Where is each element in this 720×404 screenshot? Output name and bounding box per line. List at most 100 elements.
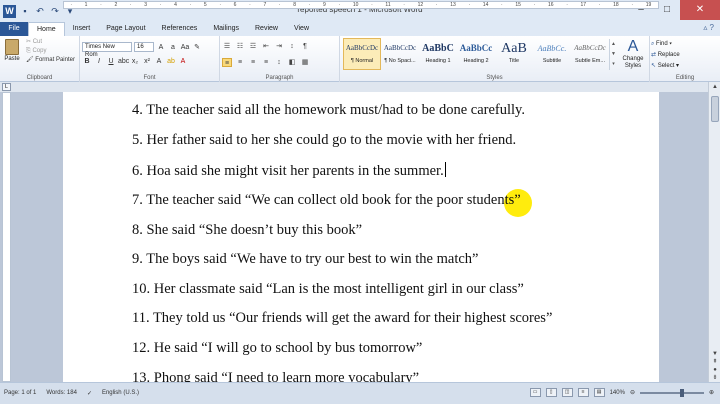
copy-button[interactable]: ⎘ Copy <box>26 47 75 56</box>
style-heading-1[interactable]: AaBbC Heading 1 <box>419 38 457 70</box>
style-heading-2[interactable]: AaBbCc Heading 2 <box>457 38 495 70</box>
change-styles-button[interactable]: A Change Styles <box>619 38 647 70</box>
subscript-icon[interactable]: x₂ <box>130 58 140 65</box>
document-line[interactable]: 12. He said “I will go to school by bus … <box>132 340 422 357</box>
text-effects-icon[interactable]: A <box>154 58 164 65</box>
print-layout-view-icon[interactable]: ▭ <box>529 388 541 397</box>
font-color-icon[interactable]: A <box>178 58 188 65</box>
prev-page-icon[interactable]: ⇞ <box>709 358 720 366</box>
document-line[interactable]: 13. Phong said “I need to learn more voc… <box>132 370 419 382</box>
horizontal-ruler[interactable]: · 1 · 2 · 3 · 4 · 5 · 6 · 7 · 8 · 9 · 10 · 11 · 12 · 13 · 14 · 15 · 16 ·… <box>63 1 659 9</box>
cut-button[interactable]: ✂ Cut <box>26 38 75 47</box>
zoom-slider-thumb[interactable] <box>679 388 684 397</box>
redo-icon[interactable]: ↷ <box>49 5 61 17</box>
language-indicator[interactable]: English (U.S.) <box>102 390 139 397</box>
numbering-icon[interactable]: ☷ <box>235 42 245 51</box>
font-name-select[interactable]: Times New Rom <box>82 42 132 58</box>
font-group-label: Font <box>143 75 156 81</box>
increase-indent-icon[interactable]: ⇥ <box>274 42 284 51</box>
help-icon[interactable]: ▵ ? <box>703 23 714 32</box>
tab-selector[interactable]: L <box>2 83 11 91</box>
zoom-level[interactable]: 140% <box>610 390 625 396</box>
italic-icon[interactable]: I <box>94 58 104 65</box>
format-painter-button[interactable]: 🖌 Format Painter <box>26 56 75 65</box>
tab-view[interactable]: View <box>286 22 317 36</box>
tab-mailings[interactable]: Mailings <box>205 22 247 36</box>
highlight-color-icon[interactable]: ab <box>166 58 176 65</box>
tab-review[interactable]: Review <box>247 22 286 36</box>
document-line[interactable]: 6. Hoa said she might visit her parents … <box>132 162 446 180</box>
full-screen-view-icon[interactable]: ▯ <box>545 388 557 397</box>
strikethrough-icon[interactable]: abc <box>118 58 129 65</box>
style-label: Subtle Em... <box>575 58 605 64</box>
find-button[interactable]: ⌕ Find ▾ <box>651 39 680 50</box>
underline-icon[interactable]: U <box>106 58 116 65</box>
style-normal[interactable]: AaBbCcDc ¶ Normal <box>343 38 381 70</box>
style-sample: AaBbCcDc <box>574 44 606 52</box>
web-layout-view-icon[interactable]: ◫ <box>561 388 573 397</box>
tab-insert[interactable]: Insert <box>65 22 99 36</box>
zoom-in-icon[interactable]: ⊕ <box>709 389 714 396</box>
word-count[interactable]: Words: 184 <box>46 390 77 397</box>
style-subtle-emphasis[interactable]: AaBbCcDc Subtle Em... <box>571 38 609 70</box>
editing-group-label: Editing <box>675 75 695 81</box>
line-spacing-icon[interactable]: ↕ <box>274 58 284 67</box>
vertical-ruler[interactable] <box>2 92 11 382</box>
tab-page-layout[interactable]: Page Layout <box>98 22 153 36</box>
replace-button[interactable]: ⇄ Replace <box>651 50 680 61</box>
browse-object-icon[interactable]: ● <box>709 366 720 374</box>
document-line[interactable]: 10. Her classmate said “Lan is the most … <box>132 281 524 298</box>
font-size-select[interactable]: 16 <box>134 42 154 52</box>
undo-icon[interactable]: ↶ <box>34 5 46 17</box>
styles-scroll[interactable]: ▲ ▼ ▾ <box>609 39 617 70</box>
scroll-down-icon[interactable]: ▼ <box>709 350 720 358</box>
clipboard-items: ✂ Cut ⎘ Copy 🖌 Format Painter <box>26 38 75 65</box>
select-button[interactable]: ↖ Select ▾ <box>651 61 680 72</box>
proofing-icon[interactable]: ✓ <box>87 390 92 397</box>
ruler-area <box>0 82 720 92</box>
document-line[interactable]: 9. The boys said “We have to try our bes… <box>132 251 478 268</box>
page-count[interactable]: Page: 1 of 1 <box>4 390 36 397</box>
grow-font-icon[interactable]: A <box>156 44 166 51</box>
align-right-icon[interactable]: ≡ <box>248 58 258 67</box>
justify-icon[interactable]: ≡ <box>261 58 271 67</box>
document-line[interactable]: 8. She said “She doesn’t buy this book” <box>132 222 362 239</box>
document-page[interactable]: 4. The teacher said all the homework mus… <box>63 92 659 382</box>
clear-format-icon[interactable]: ✎ <box>192 43 202 51</box>
scroll-up-icon[interactable]: ▲ <box>709 82 720 92</box>
vertical-scrollbar[interactable]: ▲ ▼ ⇞ ● ⇟ <box>708 82 720 382</box>
outline-view-icon[interactable]: ≡ <box>577 388 589 397</box>
sort-icon[interactable]: ↕ <box>287 42 297 51</box>
shrink-font-icon[interactable]: a <box>168 44 178 51</box>
scroll-thumb[interactable] <box>711 96 719 122</box>
borders-icon[interactable]: ▦ <box>300 58 310 67</box>
align-left-icon[interactable]: ≡ <box>222 58 232 67</box>
tab-file[interactable]: File <box>0 22 28 36</box>
zoom-slider[interactable] <box>639 388 704 397</box>
document-line[interactable]: 5. Her father said to her she could go t… <box>132 132 516 149</box>
bold-icon[interactable]: B <box>82 58 92 65</box>
document-line[interactable]: 7. The teacher said “We can collect old … <box>132 192 521 209</box>
align-center-icon[interactable]: ≡ <box>235 58 245 67</box>
tab-home[interactable]: Home <box>28 22 65 36</box>
save-icon[interactable]: ▪ <box>19 5 31 17</box>
bullets-icon[interactable]: ☰ <box>222 42 232 51</box>
next-page-icon[interactable]: ⇟ <box>709 374 720 382</box>
style-no-spacing[interactable]: AaBbCcDc ¶ No Spaci... <box>381 38 419 70</box>
close-button[interactable]: ✕ <box>680 0 720 20</box>
document-line[interactable]: 11. They told us “Our friends will get t… <box>132 310 552 327</box>
tab-references[interactable]: References <box>154 22 206 36</box>
superscript-icon[interactable]: x² <box>142 58 152 65</box>
document-line[interactable]: 4. The teacher said all the homework mus… <box>132 102 525 119</box>
paste-button[interactable]: Paste <box>3 39 21 69</box>
style-subtitle[interactable]: AaBbCc. Subtitle <box>533 38 571 70</box>
show-marks-icon[interactable]: ¶ <box>300 42 310 51</box>
zoom-out-icon[interactable]: ⊖ <box>630 389 635 396</box>
change-case-icon[interactable]: Aa <box>180 44 190 51</box>
draft-view-icon[interactable]: ▤ <box>593 388 605 397</box>
word-logo-icon[interactable]: W <box>3 4 16 18</box>
shading-icon[interactable]: ◧ <box>287 58 297 67</box>
multilevel-list-icon[interactable]: ☲ <box>248 42 258 51</box>
decrease-indent-icon[interactable]: ⇤ <box>261 42 271 51</box>
style-title[interactable]: AaB Title <box>495 38 533 70</box>
